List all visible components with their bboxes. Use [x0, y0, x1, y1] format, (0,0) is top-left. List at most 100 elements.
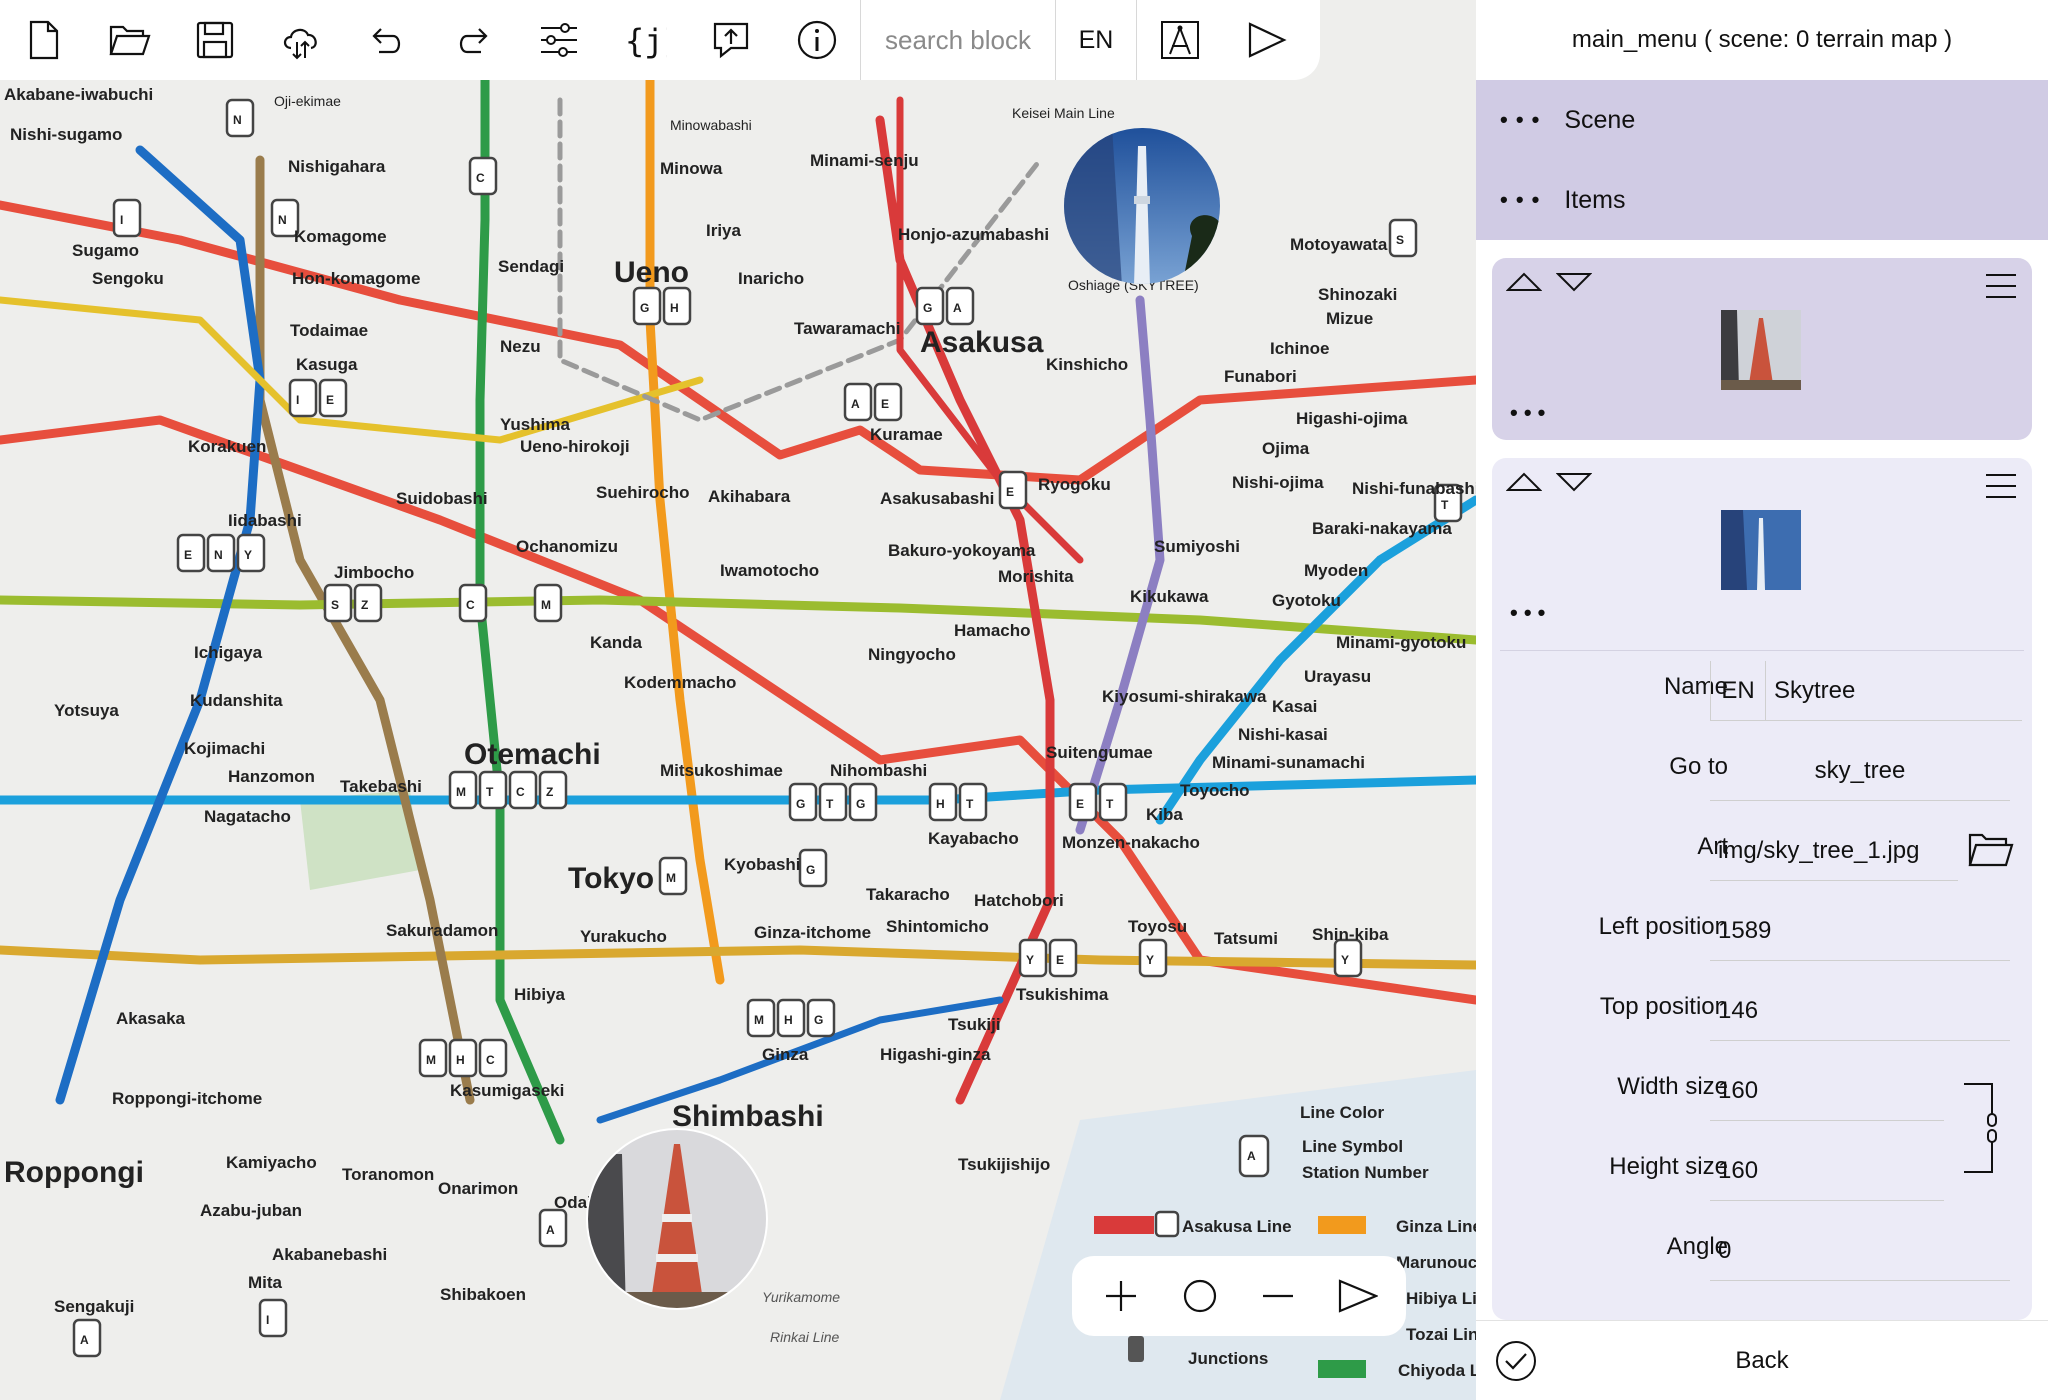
- map-item-tokyo-tower[interactable]: [582, 1124, 772, 1314]
- form-row-left: Left position 1589: [1476, 891, 2048, 971]
- zoom-out-icon: [1263, 1294, 1294, 1298]
- height-size-input[interactable]: 160: [1710, 1141, 1944, 1201]
- item-thumbnail-tokyo-tower: [1721, 310, 1801, 390]
- move-down-icon[interactable]: [1556, 270, 1592, 294]
- search-block-input[interactable]: search block: [861, 0, 1055, 80]
- browse-folder-icon[interactable]: [1966, 829, 2014, 871]
- map-label: Gyotoku: [1272, 591, 1341, 610]
- map-label: Kuramae: [870, 425, 943, 444]
- panel-title: main_menu ( scene: 0 terrain map ): [1571, 26, 1953, 53]
- svg-text:G: G: [796, 797, 805, 811]
- zoom-out-button[interactable]: [1248, 1266, 1308, 1326]
- json-button[interactable]: {j}: [602, 0, 688, 80]
- map-label: Iwamotocho: [720, 561, 819, 580]
- cloud-sync-button[interactable]: [258, 0, 344, 80]
- reset-zoom-icon: [1183, 1279, 1216, 1313]
- svg-text:C: C: [476, 171, 485, 185]
- map-label: Otemachi: [464, 738, 601, 771]
- map-label: Toyosu: [1128, 917, 1187, 936]
- move-up-icon[interactable]: [1506, 470, 1542, 494]
- play-button[interactable]: [1223, 0, 1309, 80]
- map-label: Nishi-kasai: [1238, 725, 1328, 744]
- new-file-button[interactable]: [0, 0, 86, 80]
- map-label: Hon-komagome: [292, 269, 420, 288]
- map-label: Minami-senju: [810, 151, 919, 170]
- redo-button[interactable]: [430, 0, 516, 80]
- open-file-button[interactable]: [86, 0, 172, 80]
- legend-line-color: Line Color: [1300, 1103, 1384, 1122]
- vector-tool-button[interactable]: [1137, 0, 1223, 80]
- top-toolbar: {j} search block EN: [0, 0, 1320, 80]
- hamburger-menu-icon[interactable]: [1984, 472, 2018, 500]
- section-scene[interactable]: • • • Scene: [1476, 80, 2048, 160]
- map-label: Jimbocho: [334, 563, 414, 582]
- map-label: Funabori: [1224, 367, 1297, 386]
- panel-footer: Back: [1476, 1320, 2048, 1400]
- svg-text:{j}: {j}: [625, 22, 667, 60]
- terrain-map[interactable]: N I N C G H G A A E E I E E N Y S Z C M …: [0, 0, 1476, 1400]
- reset-zoom-button[interactable]: [1170, 1266, 1230, 1326]
- more-dots-icon[interactable]: • • •: [1510, 600, 1545, 626]
- legend-swatch-chiyoda: [1318, 1360, 1366, 1378]
- map-label: Nezu: [500, 337, 541, 356]
- angle-input[interactable]: 0: [1710, 1221, 2010, 1281]
- top-position-input[interactable]: 146: [1710, 981, 2010, 1041]
- section-items[interactable]: • • • Items: [1476, 160, 2048, 240]
- art-input[interactable]: img/sky_tree_1.jpg: [1710, 821, 1958, 881]
- share-button[interactable]: [688, 0, 774, 80]
- line-yurakucho: [0, 945, 1476, 970]
- left-position-input[interactable]: 1589: [1710, 901, 2010, 961]
- name-input[interactable]: Skytree: [1766, 661, 2022, 721]
- preview-play-button[interactable]: [1327, 1266, 1387, 1326]
- svg-text:C: C: [466, 598, 475, 612]
- save-button[interactable]: [172, 0, 258, 80]
- new-file-icon: [29, 20, 59, 60]
- width-size-input[interactable]: 160: [1710, 1061, 1944, 1121]
- map-label: Hatchobori: [974, 891, 1064, 910]
- svg-text:G: G: [814, 1013, 823, 1027]
- goto-select[interactable]: sky_tree: [1710, 741, 2010, 801]
- move-up-icon[interactable]: [1506, 270, 1542, 294]
- map-label: Rinkai Line: [770, 1329, 839, 1345]
- map-item-skytree[interactable]: [1062, 126, 1222, 286]
- svg-text:G: G: [640, 301, 649, 315]
- move-down-icon[interactable]: [1556, 470, 1592, 494]
- properties-panel: main_menu ( scene: 0 terrain map ) • • •…: [1476, 0, 2048, 1400]
- map-label: Sengoku: [92, 269, 164, 288]
- legend-line-name: Tozai Line: [1406, 1325, 1476, 1344]
- zoom-in-button[interactable]: [1091, 1266, 1151, 1326]
- svg-text:M: M: [456, 785, 466, 799]
- map-label: Toranomon: [342, 1165, 434, 1184]
- svg-text:T: T: [966, 797, 974, 811]
- map-label: Tawaramachi: [794, 319, 900, 338]
- info-button[interactable]: [774, 0, 860, 80]
- legend-line-symbol: Line Symbol: [1302, 1137, 1403, 1156]
- aspect-lock-chain-icon[interactable]: [1958, 1080, 2002, 1176]
- svg-text:G: G: [856, 797, 865, 811]
- more-dots-icon[interactable]: • • •: [1510, 400, 1545, 426]
- item-card[interactable]: • • •: [1492, 258, 2032, 440]
- hamburger-menu-icon[interactable]: [1984, 272, 2018, 300]
- map-label: Ryogoku: [1038, 475, 1111, 494]
- svg-text:E: E: [326, 393, 334, 407]
- svg-text:T: T: [486, 785, 494, 799]
- map-label: Kudanshita: [190, 691, 283, 710]
- settings-sliders-button[interactable]: [516, 0, 602, 80]
- undo-button[interactable]: [344, 0, 430, 80]
- item-thumbnail-skytree: [1721, 510, 1801, 590]
- svg-text:I: I: [296, 393, 299, 407]
- map-label: Mizue: [1326, 309, 1373, 328]
- section-menu: • • • Scene • • • Items: [1476, 80, 2048, 240]
- line-marunouchi: [0, 415, 1476, 1005]
- back-button[interactable]: Back: [1476, 1347, 2048, 1375]
- map-label: Tokyo: [568, 862, 654, 895]
- language-button[interactable]: EN: [1056, 0, 1136, 80]
- map-label: Yurakucho: [580, 927, 667, 946]
- name-language-button[interactable]: EN: [1710, 661, 1766, 721]
- map-label: Shintomicho: [886, 917, 989, 936]
- map-label: Ningyocho: [868, 645, 956, 664]
- map-label: Kayabacho: [928, 829, 1019, 848]
- vector-pen-icon: [1161, 21, 1199, 59]
- map-label: Yotsuya: [54, 701, 119, 720]
- svg-text:C: C: [516, 785, 525, 799]
